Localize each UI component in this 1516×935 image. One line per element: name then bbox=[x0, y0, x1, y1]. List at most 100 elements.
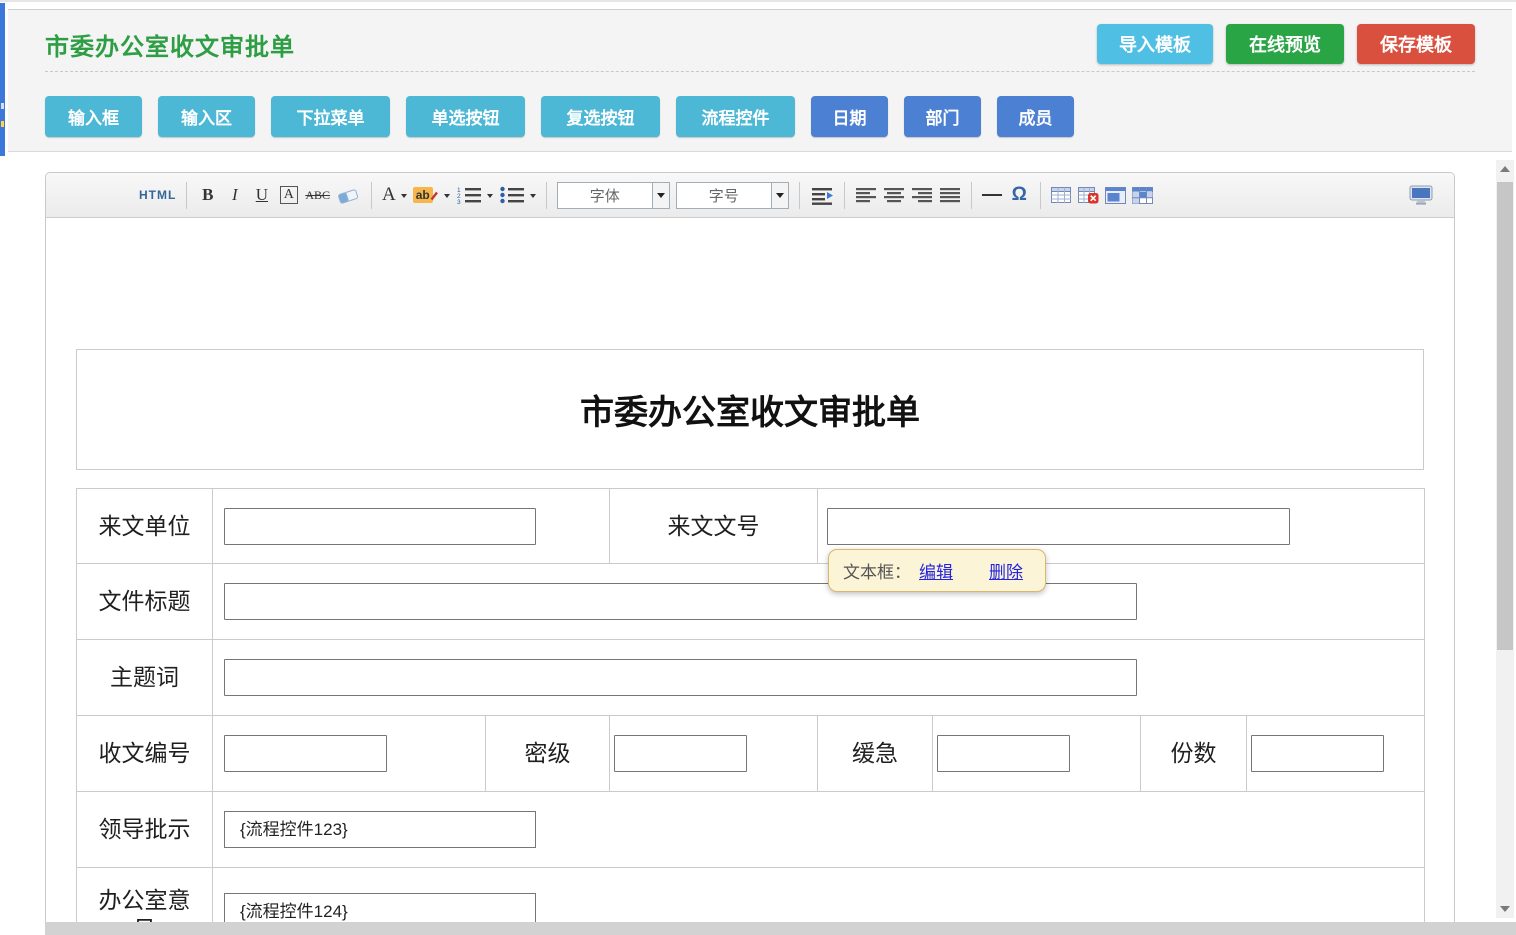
laiwen-wenhao-input[interactable] bbox=[827, 508, 1290, 545]
insert-table-icon bbox=[1051, 187, 1071, 204]
monitor-icon bbox=[1409, 185, 1433, 205]
horizontal-rule-button[interactable] bbox=[979, 180, 1006, 210]
toolbar-separator bbox=[546, 182, 547, 209]
delete-link[interactable]: 删除 bbox=[989, 558, 1023, 583]
flow-control-placeholder[interactable]: {流程控件123} bbox=[224, 811, 536, 848]
arrow-up-icon bbox=[1500, 161, 1510, 172]
underline-button[interactable]: U bbox=[248, 180, 275, 210]
format-block-button[interactable]: A bbox=[275, 180, 302, 210]
font-size-select[interactable]: 字号 bbox=[676, 182, 789, 209]
insert-input-area-button[interactable]: 输入区 bbox=[158, 96, 255, 137]
vertical-scrollbar[interactable] bbox=[1496, 160, 1514, 918]
scroll-down-button[interactable] bbox=[1496, 900, 1514, 918]
font-color-button[interactable]: A bbox=[379, 180, 410, 210]
italic-button[interactable]: I bbox=[221, 180, 248, 210]
import-template-button[interactable]: 导入模板 bbox=[1097, 24, 1213, 64]
special-char-button[interactable]: Ω bbox=[1006, 180, 1033, 210]
flow-control-placeholder[interactable]: {流程控件124} bbox=[224, 893, 536, 922]
arrow-down-icon bbox=[1500, 906, 1510, 917]
delete-table-icon bbox=[1078, 187, 1099, 204]
insert-table-button[interactable] bbox=[1048, 180, 1075, 210]
table-row: 主题词 bbox=[77, 640, 1425, 716]
control-tooltip: 文本框： 编辑 删除 bbox=[828, 549, 1046, 592]
pencil-icon bbox=[430, 190, 439, 201]
align-left-button[interactable] bbox=[852, 180, 880, 210]
html-source-button[interactable]: HTML bbox=[136, 180, 179, 210]
insert-input-box-button[interactable]: 输入框 bbox=[45, 96, 142, 137]
left-strip-mark bbox=[1, 103, 4, 109]
huanji-input[interactable] bbox=[937, 735, 1070, 772]
align-center-icon bbox=[883, 187, 905, 203]
align-right-icon bbox=[911, 187, 933, 203]
chevron-down-icon bbox=[530, 194, 536, 201]
indent-button[interactable] bbox=[807, 180, 837, 210]
top-hairline bbox=[0, 0, 1516, 2]
laiwen-danwei-input[interactable] bbox=[224, 508, 536, 545]
ordered-list-icon: 1 2 3 bbox=[456, 186, 482, 204]
highlight-color-button[interactable]: ab bbox=[410, 180, 453, 210]
scrollbar-thumb[interactable] bbox=[1497, 182, 1513, 650]
insert-date-button[interactable]: 日期 bbox=[811, 96, 888, 137]
field-label-zhutici: 主题词 bbox=[77, 640, 213, 716]
scroll-up-button[interactable] bbox=[1496, 160, 1514, 178]
table-properties-icon bbox=[1132, 187, 1153, 204]
field-label-laiwen-wenhao: 来文文号 bbox=[610, 489, 818, 564]
indent-icon bbox=[810, 186, 834, 205]
edit-link[interactable]: 编辑 bbox=[919, 558, 953, 583]
field-label-fenshu: 份数 bbox=[1141, 716, 1247, 792]
chevron-down-icon bbox=[444, 194, 450, 201]
insert-member-button[interactable]: 成员 bbox=[997, 96, 1074, 137]
ordered-list-button[interactable]: 1 2 3 bbox=[453, 180, 496, 210]
save-template-button[interactable]: 保存模板 bbox=[1357, 24, 1475, 64]
strikethrough-button[interactable]: ABC bbox=[302, 180, 333, 210]
editor-content[interactable]: 市委办公室收文审批单 来文单位 来文文号 文件标题 主题词 bbox=[46, 218, 1454, 922]
svg-text:3: 3 bbox=[457, 199, 461, 204]
left-strip-mark bbox=[1, 121, 4, 127]
align-right-button[interactable] bbox=[908, 180, 936, 210]
toolbar-separator bbox=[186, 182, 187, 209]
remove-format-button[interactable] bbox=[333, 180, 364, 210]
field-label-wenjian-biaoti: 文件标题 bbox=[77, 564, 213, 640]
toolbar-separator bbox=[371, 182, 372, 209]
table-cell-properties-button[interactable] bbox=[1102, 180, 1129, 210]
insert-flow-control-button[interactable]: 流程控件 bbox=[676, 96, 795, 137]
field-label-shouwen-bianhao: 收文编号 bbox=[77, 716, 213, 792]
horizontal-rule-icon bbox=[982, 194, 1002, 196]
fenshu-input[interactable] bbox=[1251, 735, 1384, 772]
shouwen-bianhao-input[interactable] bbox=[224, 735, 387, 772]
table-row: 办公室意见 {流程控件124} bbox=[77, 868, 1425, 923]
header-separator bbox=[45, 71, 1475, 72]
table-row: 来文单位 来文文号 bbox=[77, 489, 1425, 564]
form-control-buttons: 输入框 输入区 下拉菜单 单选按钮 复选按钮 流程控件 日期 部门 成员 bbox=[45, 96, 1074, 137]
chevron-down-icon bbox=[487, 194, 493, 201]
insert-department-button[interactable]: 部门 bbox=[904, 96, 981, 137]
bottom-strip bbox=[45, 922, 1516, 935]
insert-checkbox-button[interactable]: 复选按钮 bbox=[541, 96, 660, 137]
table-row: 领导批示 {流程控件123} bbox=[77, 792, 1425, 868]
font-family-select[interactable]: 字体 bbox=[557, 182, 670, 209]
table-row: 收文编号 密级 缓急 份数 bbox=[77, 716, 1425, 792]
insert-radio-button[interactable]: 单选按钮 bbox=[406, 96, 525, 137]
unordered-list-icon bbox=[499, 186, 525, 204]
justify-button[interactable] bbox=[936, 180, 964, 210]
rich-text-editor: HTML B I U A ABC A ab bbox=[45, 172, 1455, 922]
delete-table-button[interactable] bbox=[1075, 180, 1102, 210]
justify-icon bbox=[939, 187, 961, 203]
zhutici-input[interactable] bbox=[224, 659, 1137, 696]
miji-input[interactable] bbox=[614, 735, 747, 772]
left-edge-strip bbox=[0, 3, 5, 156]
table-properties-button[interactable] bbox=[1129, 180, 1156, 210]
online-preview-button[interactable]: 在线预览 bbox=[1226, 24, 1344, 64]
fullscreen-button[interactable] bbox=[1406, 180, 1436, 210]
field-label-bangongshi-yijian: 办公室意见 bbox=[77, 868, 213, 923]
toolbar-separator bbox=[971, 182, 972, 209]
chevron-down-icon[interactable] bbox=[652, 183, 669, 208]
insert-dropdown-button[interactable]: 下拉菜单 bbox=[271, 96, 390, 137]
chevron-down-icon[interactable] bbox=[771, 183, 788, 208]
align-center-button[interactable] bbox=[880, 180, 908, 210]
field-label-lingdao-pishi: 领导批示 bbox=[77, 792, 213, 868]
tooltip-label: 文本框： bbox=[843, 558, 911, 583]
unordered-list-button[interactable] bbox=[496, 180, 539, 210]
bold-button[interactable]: B bbox=[194, 180, 221, 210]
eraser-icon bbox=[336, 186, 361, 205]
